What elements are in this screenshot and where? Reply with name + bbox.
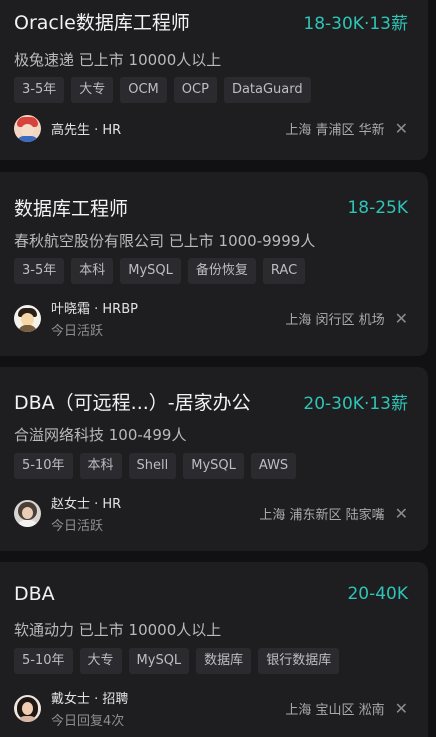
recruiter-info: 戴女士 · 招聘 今日回复4次: [51, 688, 128, 729]
recruiter-row: 赵女士 · HR 今日活跃 上海 浦东新区 陆家嘴 ✕: [14, 493, 408, 534]
tag: DataGuard: [223, 77, 311, 103]
tag-list: 3-5年 本科 MySQL 备份恢复 RAC: [14, 258, 306, 284]
tag: 3-5年: [14, 77, 65, 103]
job-location: 上海 浦东新区 陆家嘴: [259, 508, 385, 523]
recruiter-status: 今日回复4次: [51, 714, 125, 729]
company-info: 春秋航空股份有限公司 已上市 1000-9999人: [14, 232, 316, 250]
tag: Shell: [128, 453, 177, 479]
tag: 大专: [71, 77, 114, 103]
tag: 本科: [79, 453, 122, 479]
avatar: [14, 500, 41, 527]
close-icon[interactable]: ✕: [395, 119, 408, 138]
job-title-row: DBA（可远程...）-居家办公 20-30K·13薪: [14, 388, 408, 415]
recruiter-status: 今日活跃: [51, 519, 104, 534]
salary: 20-40K: [347, 584, 408, 604]
avatar: [14, 115, 41, 142]
close-icon[interactable]: ✕: [395, 309, 408, 328]
recruiter-row: 戴女士 · 招聘 今日回复4次 上海 宝山区 淞南 ✕: [14, 688, 408, 729]
tag: RAC: [262, 258, 306, 284]
job-title: Oracle数据库工程师: [14, 12, 190, 34]
recruiter-info: 赵女士 · HR 今日活跃: [51, 493, 121, 534]
job-title-row: 数据库工程师 18-25K: [14, 194, 408, 221]
job-title: DBA: [14, 583, 55, 605]
company-info: 合溢网络科技 100-499人: [14, 426, 187, 444]
tag-list: 5-10年 本科 Shell MySQL AWS: [14, 453, 297, 479]
recruiter-name: 高先生 · HR: [51, 123, 122, 138]
job-location: 上海 闵行区 机场: [285, 313, 385, 328]
tag: 大专: [79, 648, 122, 674]
tag: 数据库: [196, 648, 252, 674]
tag: 本科: [71, 258, 114, 284]
tag: OCM: [120, 77, 167, 103]
job-card[interactable]: DBA（可远程...）-居家办公 20-30K·13薪 合溢网络科技 100-4…: [0, 367, 428, 551]
tag: OCP: [173, 77, 217, 103]
recruiter-name: 叶晓霜 · HRBP: [51, 302, 138, 317]
job-location: 上海 宝山区 淞南: [285, 703, 385, 718]
salary: 18-25K: [347, 197, 408, 218]
location-row: 上海 宝山区 淞南 ✕: [285, 699, 408, 718]
job-list-page: Oracle数据库工程师 18-30K·13薪 极兔速递 已上市 10000人以…: [0, 0, 436, 737]
recruiter-name: 赵女士 · HR: [51, 497, 122, 512]
salary: 20-30K·13薪: [303, 394, 408, 414]
recruiter-row: 高先生 · HR 上海 青浦区 华新 ✕: [14, 115, 408, 142]
location-row: 上海 青浦区 华新 ✕: [285, 119, 408, 138]
tag: 备份恢复: [187, 258, 256, 284]
tag: MySQL: [183, 453, 244, 479]
tag-list: 5-10年 大专 MySQL 数据库 银行数据库: [14, 648, 340, 674]
recruiter-status: 今日活跃: [51, 324, 104, 339]
tag: 银行数据库: [258, 648, 340, 674]
tag: MySQL: [120, 258, 181, 284]
salary: 18-30K·13薪: [303, 14, 408, 34]
job-card[interactable]: Oracle数据库工程师 18-30K·13薪 极兔速递 已上市 10000人以…: [0, 0, 428, 160]
recruiter-info: 叶晓霜 · HRBP 今日活跃: [51, 298, 138, 339]
company-info: 软通动力 已上市 10000人以上: [14, 621, 222, 639]
avatar: [14, 305, 41, 332]
job-title-row: Oracle数据库工程师 18-30K·13薪: [14, 8, 408, 35]
recruiter-row: 叶晓霜 · HRBP 今日活跃 上海 闵行区 机场 ✕: [14, 298, 408, 339]
tag: 5-10年: [14, 453, 73, 479]
close-icon[interactable]: ✕: [395, 504, 408, 523]
recruiter-info: 高先生 · HR: [51, 119, 121, 138]
job-location: 上海 青浦区 华新: [285, 123, 385, 138]
recruiter-name: 戴女士 · 招聘: [51, 692, 129, 707]
job-title: 数据库工程师: [14, 198, 129, 220]
job-card[interactable]: DBA 20-40K 软通动力 已上市 10000人以上 5-10年 大专 My…: [0, 562, 428, 737]
job-card[interactable]: 数据库工程师 18-25K 春秋航空股份有限公司 已上市 1000-9999人 …: [0, 172, 428, 356]
tag: 3-5年: [14, 258, 65, 284]
avatar: [14, 695, 41, 722]
tag: MySQL: [128, 648, 190, 674]
location-row: 上海 闵行区 机场 ✕: [285, 309, 408, 328]
tag-list: 3-5年 大专 OCM OCP DataGuard: [14, 77, 311, 103]
company-info: 极兔速递 已上市 10000人以上: [14, 51, 222, 69]
tag: AWS: [250, 453, 297, 479]
close-icon[interactable]: ✕: [395, 699, 408, 718]
tag: 5-10年: [14, 648, 73, 674]
job-title-row: DBA 20-40K: [14, 583, 408, 605]
location-row: 上海 浦东新区 陆家嘴 ✕: [259, 504, 408, 523]
job-title: DBA（可远程...）-居家办公: [14, 392, 251, 414]
